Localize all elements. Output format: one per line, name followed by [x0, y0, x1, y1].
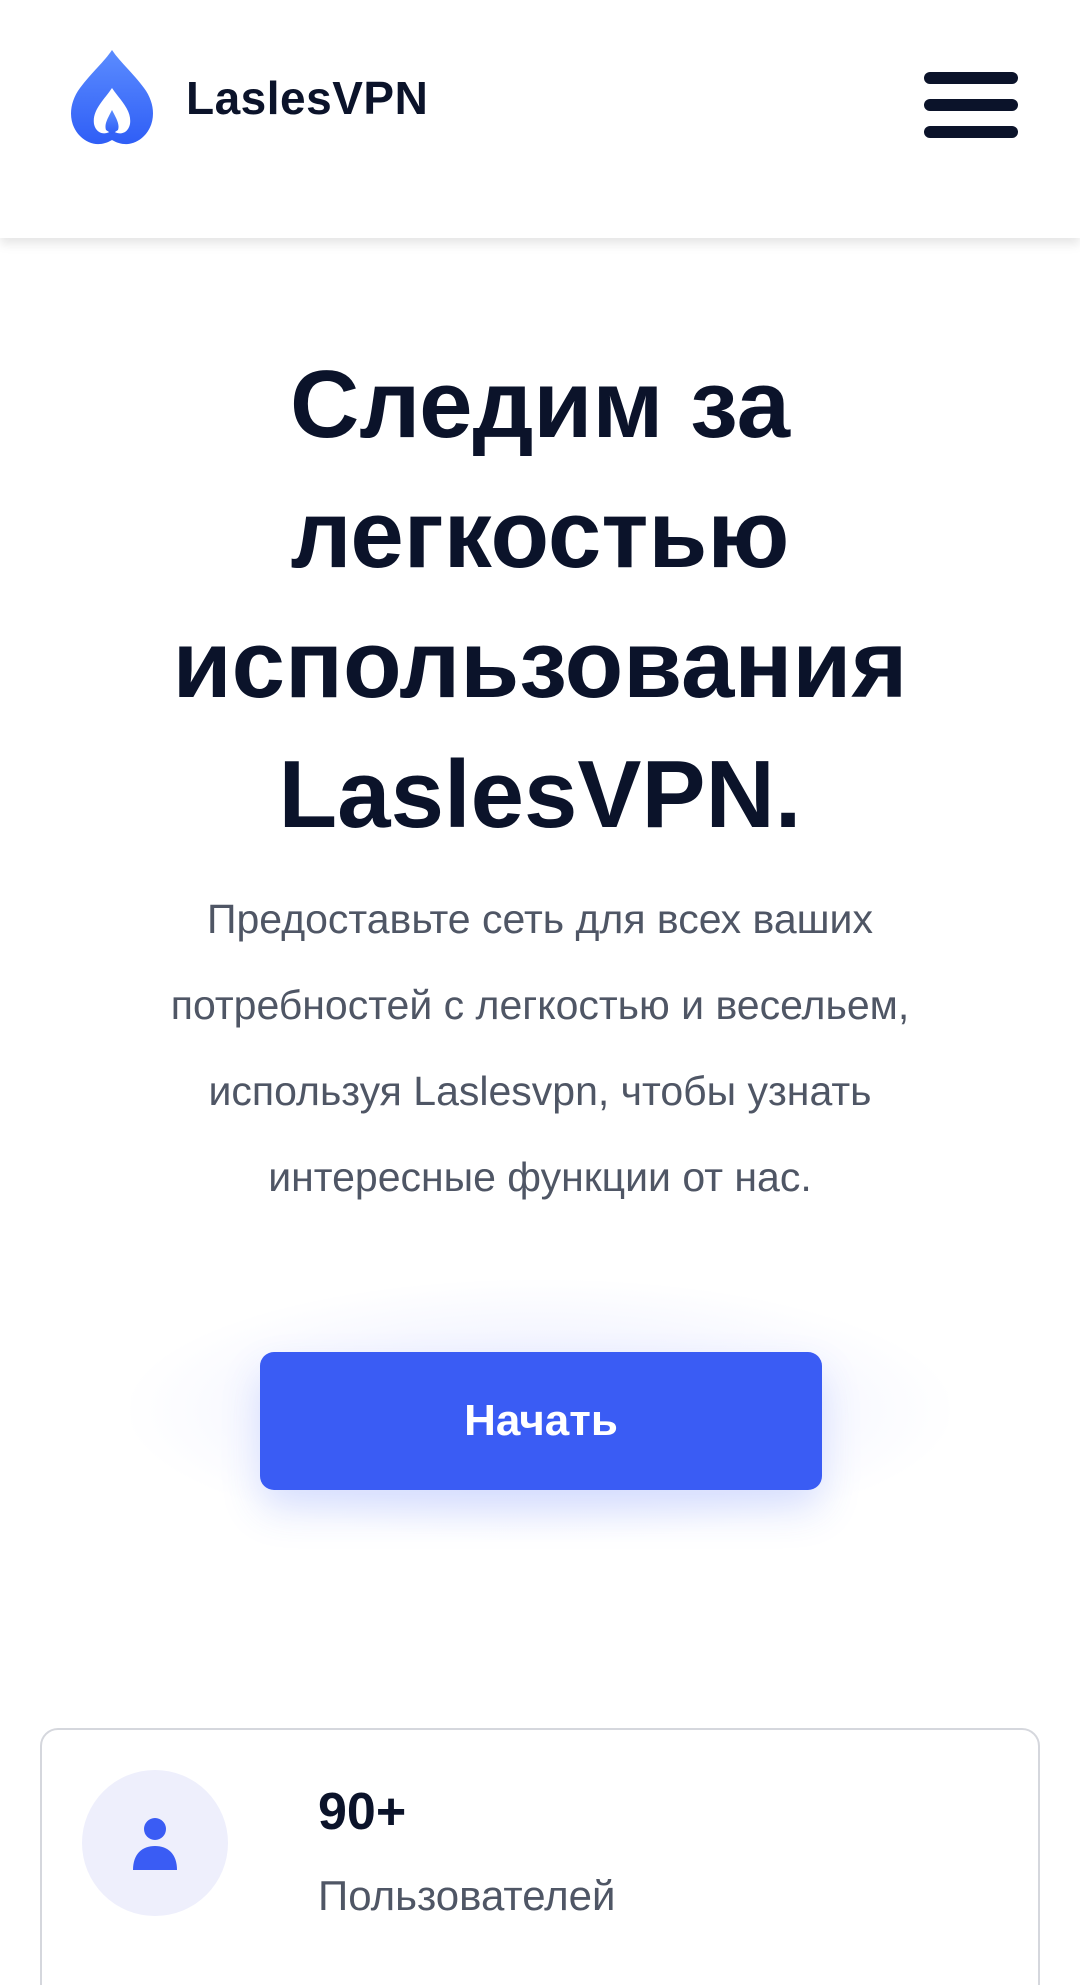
stats-card: 90+ Пользователей — [40, 1728, 1040, 1985]
logo-text-part1: Lasles — [186, 72, 333, 124]
hero-title-line: использования — [172, 611, 908, 718]
hero-description-line: интересные функции от нас. — [268, 1154, 812, 1200]
hero-title-line: Следим за — [290, 351, 790, 458]
logo-text-part2: VPN — [332, 72, 429, 124]
menu-bar — [924, 99, 1018, 111]
logo-text: LaslesVPN — [186, 71, 428, 125]
stat-value: 90+ — [318, 1783, 407, 1841]
user-icon — [133, 1818, 177, 1870]
stat-icon-circle — [82, 1770, 228, 1916]
hero-description: Предоставьте сеть для всех ваших потребн… — [60, 876, 1020, 1220]
flame-drop-logo-icon — [71, 50, 153, 145]
get-started-button[interactable]: Начать — [260, 1352, 822, 1490]
hero-title: Следим за легкостью использования Lasles… — [60, 340, 1020, 860]
hero-description-line: используя Laslesvpn, чтобы узнать — [208, 1068, 872, 1114]
menu-bar — [924, 126, 1018, 138]
hero-title-line: легкостью — [290, 481, 790, 588]
site-header: LaslesVPN — [0, 0, 1080, 238]
hero-description-line: Предоставьте сеть для всех ваших — [207, 896, 873, 942]
landing-page: LaslesVPN Следим за легкостью использова… — [0, 0, 1080, 1985]
logo[interactable]: LaslesVPN — [64, 48, 428, 148]
hero-description-line: потребностей с легкостью и весельем, — [170, 982, 910, 1028]
menu-bar — [924, 72, 1018, 84]
hero-title-line: LaslesVPN. — [278, 741, 802, 848]
stat-label: Пользователей — [318, 1872, 616, 1919]
hamburger-menu-icon[interactable] — [924, 70, 1018, 140]
